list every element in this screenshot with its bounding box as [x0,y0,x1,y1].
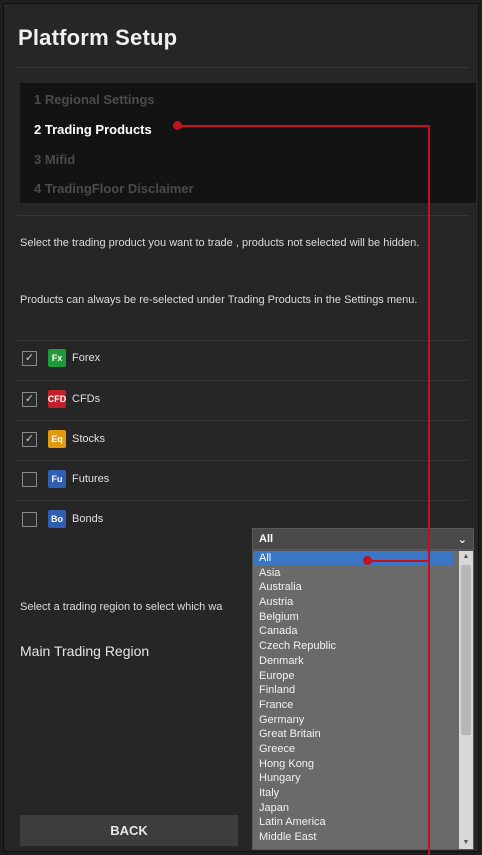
products-info-text: Select the trading product you want to t… [20,237,420,249]
main-trading-region-label: Main Trading Region [20,643,150,659]
futures-icon: Fu [48,470,66,488]
callout-line [428,125,430,855]
region-info-text: Select a trading region to select which … [20,601,223,613]
forex-icon: Fx [48,349,66,367]
stocks-icon: Eq [48,430,66,448]
scrollbar-thumb[interactable] [461,565,471,735]
region-select[interactable]: All ⌄ [252,528,474,550]
product-row-forex[interactable]: ✓ Fx Forex [22,348,100,368]
divider [17,460,469,461]
product-row-stocks[interactable]: ✓ Eq Stocks [22,429,105,449]
cfd-icon: CFD [48,390,66,408]
step-trading-products[interactable]: 2 Trading Products [34,122,152,137]
region-select-value: All [259,533,274,545]
region-option[interactable]: Australia [253,580,453,595]
region-option[interactable]: Denmark [253,654,453,669]
region-option[interactable]: Hong Kong [253,757,453,772]
region-option[interactable]: Middle East [253,830,453,845]
region-option[interactable]: Italy [253,786,453,801]
divider [17,500,469,501]
region-option[interactable]: Asia [253,566,453,581]
region-option[interactable]: Finland [253,683,453,698]
cfds-label: CFDs [72,393,101,405]
scroll-down-icon[interactable]: ▼ [459,837,473,849]
futures-checkbox[interactable] [22,471,37,487]
forex-label: Forex [72,352,101,364]
step-regional-settings[interactable]: 1 Regional Settings [34,92,155,107]
region-option[interactable]: Canada [253,624,453,639]
dropdown-scrollbar[interactable]: ▲ ▼ [459,551,473,849]
chevron-down-icon[interactable]: ⌄ [458,533,467,546]
callout-line [370,560,430,562]
callout-line [180,125,430,127]
product-row-futures[interactable]: Fu Futures [22,469,109,489]
region-option[interactable]: Japan [253,801,453,816]
back-button[interactable]: BACK [20,815,238,846]
region-option[interactable]: Europe [253,669,453,684]
setup-steps: 1 Regional Settings 2 Trading Products 3… [20,83,476,203]
step-mifid[interactable]: 3 Mifid [34,152,75,167]
reselect-info-text: Products can always be re-selected under… [20,294,418,306]
region-option[interactable]: Greece [253,742,453,757]
region-option[interactable]: All [253,551,453,566]
divider [17,420,469,421]
futures-label: Futures [72,473,110,485]
region-option[interactable]: Czech Republic [253,639,453,654]
divider [17,340,469,341]
region-option[interactable]: Hungary [253,771,453,786]
region-dropdown-list[interactable]: All Asia Australia Austria Belgium Canad… [252,550,474,850]
forex-checkbox[interactable]: ✓ [22,350,37,366]
region-option[interactable]: Belgium [253,610,453,625]
step-tradingfloor-disclaimer[interactable]: 4 TradingFloor Disclaimer [34,181,194,196]
product-row-cfds[interactable]: ✓ CFD CFDs [22,389,100,409]
scroll-up-icon[interactable]: ▲ [459,551,473,563]
bonds-checkbox[interactable] [22,511,37,527]
region-option[interactable]: Germany [253,713,453,728]
cfds-checkbox[interactable]: ✓ [22,391,37,407]
divider [17,215,469,216]
region-option[interactable]: Great Britain [253,727,453,742]
stocks-label: Stocks [72,433,106,445]
bonds-label: Bonds [72,513,104,525]
page-title: Platform Setup [18,25,178,50]
stocks-checkbox[interactable]: ✓ [22,431,37,447]
divider [17,67,469,68]
region-option[interactable]: Latin America [253,815,453,830]
region-option[interactable]: Austria [253,595,453,610]
product-row-bonds[interactable]: Bo Bonds [22,509,103,529]
region-option[interactable]: France [253,698,453,713]
bonds-icon: Bo [48,510,66,528]
divider [17,380,469,381]
